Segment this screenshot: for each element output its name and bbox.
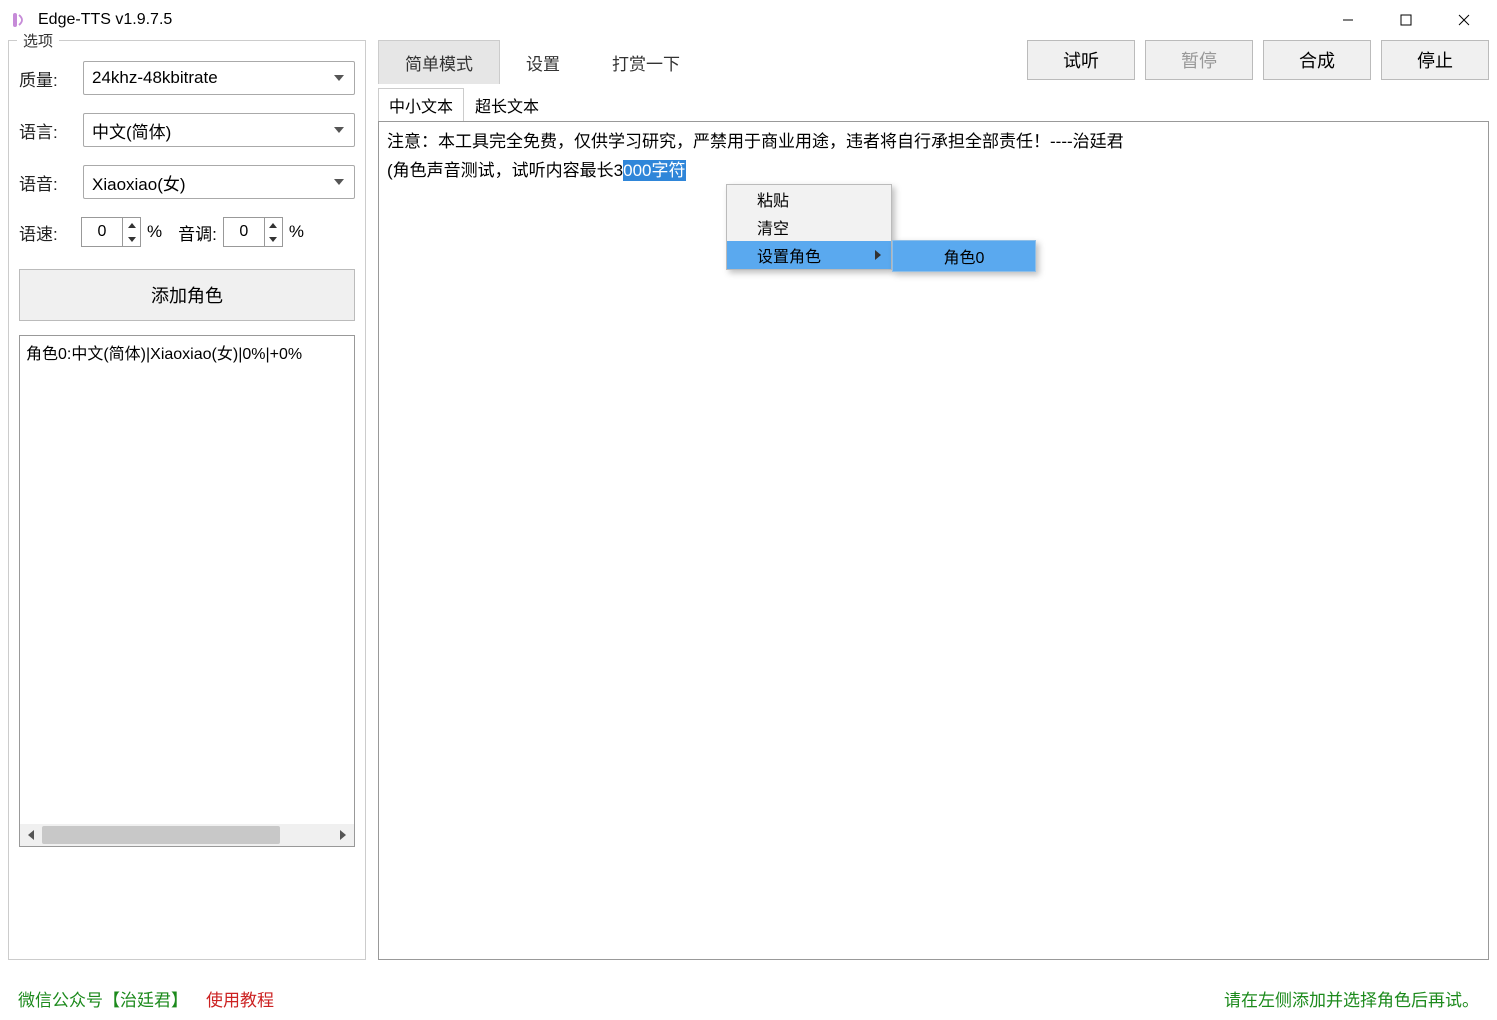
ctx-submenu-role0[interactable]: 角色0	[892, 240, 1036, 272]
pitch-spinner[interactable]	[223, 217, 283, 247]
title-bar: Edge-TTS v1.9.7.5	[0, 0, 1497, 40]
tab-settings[interactable]: 设置	[500, 40, 586, 84]
add-role-button[interactable]: 添加角色	[19, 269, 355, 321]
role-list-item[interactable]: 角色0:中文(简体)|Xiaoxiao(女)|0%|+0%	[26, 340, 355, 364]
pitch-down[interactable]	[265, 232, 282, 246]
language-label: 语言:	[19, 118, 75, 143]
pitch-input[interactable]	[224, 218, 264, 246]
app-icon	[8, 9, 30, 31]
language-combo[interactable]: 中文(简体)	[83, 113, 355, 147]
pitch-label: 音调:	[178, 220, 217, 245]
status-bar: 微信公众号【治廷君】 使用教程 请在左侧添加并选择角色后再试。	[0, 976, 1497, 1020]
subtab-list: 中小文本 超长文本	[378, 88, 1489, 122]
scroll-thumb[interactable]	[42, 826, 280, 844]
stop-button[interactable]: 停止	[1381, 40, 1489, 80]
preview-button[interactable]: 试听	[1027, 40, 1135, 80]
role-list[interactable]: 角色0:中文(简体)|Xiaoxiao(女)|0%|+0%	[19, 335, 355, 847]
rate-down[interactable]	[123, 232, 140, 246]
tutorial-link[interactable]: 使用教程	[206, 986, 274, 1011]
tab-donate[interactable]: 打赏一下	[586, 40, 706, 84]
close-button[interactable]	[1435, 0, 1493, 40]
window-title: Edge-TTS v1.9.7.5	[38, 11, 172, 29]
rate-input[interactable]	[82, 218, 122, 246]
scroll-left-button[interactable]	[20, 824, 42, 846]
editor-line-2: (角色声音测试，试听内容最长3000字符	[387, 157, 1480, 186]
tab-simple-mode[interactable]: 简单模式	[378, 40, 500, 84]
options-group-label: 选项	[17, 30, 59, 51]
status-message: 请在左侧添加并选择角色后再试。	[1224, 986, 1479, 1011]
voice-label: 语音:	[19, 170, 75, 195]
role-list-hscroll[interactable]	[20, 824, 354, 846]
options-panel: 选项 质量: 24khz-48kbitrate 语言: 中文(简体) 语音: X…	[8, 40, 366, 960]
selected-text: 000字符	[623, 160, 685, 181]
quality-label: 质量:	[19, 66, 75, 91]
wechat-link[interactable]: 微信公众号【治廷君】	[18, 986, 188, 1011]
chevron-right-icon	[875, 250, 881, 260]
mode-tablist: 简单模式 设置 打赏一下	[378, 40, 706, 84]
subtab-long-text[interactable]: 超长文本	[464, 88, 550, 122]
ctx-set-role[interactable]: 设置角色	[727, 241, 891, 269]
minimize-button[interactable]	[1319, 0, 1377, 40]
ctx-clear[interactable]: 清空	[727, 213, 891, 241]
pause-button[interactable]: 暂停	[1145, 40, 1253, 80]
synth-button[interactable]: 合成	[1263, 40, 1371, 80]
ctx-paste[interactable]: 粘贴	[727, 185, 891, 213]
rate-up[interactable]	[123, 218, 140, 232]
rate-spinner[interactable]	[81, 217, 141, 247]
subtab-short-text[interactable]: 中小文本	[378, 88, 464, 122]
maximize-button[interactable]	[1377, 0, 1435, 40]
scroll-right-button[interactable]	[332, 824, 354, 846]
pitch-up[interactable]	[265, 218, 282, 232]
quality-combo[interactable]: 24khz-48kbitrate	[83, 61, 355, 95]
editor-line-1: 注意：本工具完全免费，仅供学习研究，严禁用于商业用途，违者将自行承担全部责任！-…	[387, 128, 1480, 157]
context-menu: 粘贴 清空 设置角色	[726, 184, 892, 270]
rate-label: 语速:	[19, 220, 75, 245]
voice-combo[interactable]: Xiaoxiao(女)	[83, 165, 355, 199]
